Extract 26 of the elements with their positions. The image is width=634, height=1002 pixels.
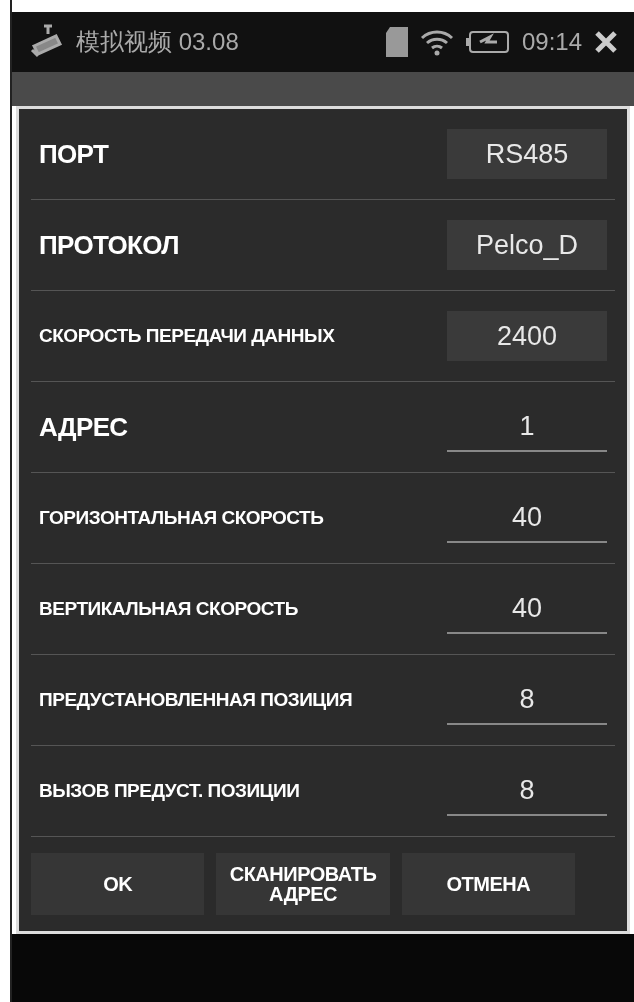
sd-card-icon [385, 27, 408, 57]
field-label: ВЫЗОВ ПРЕДУСТ. ПОЗИЦИИ [39, 778, 300, 803]
dialog-button[interactable]: СКАНИРОВАТЬ АДРЕС [216, 853, 390, 915]
field-label: ПОРТ [39, 137, 109, 171]
wifi-icon [419, 28, 454, 56]
field-label: ВЕРТИКАЛЬНАЯ СКОРОСТЬ [39, 596, 298, 621]
value-field[interactable]: 8 [447, 675, 607, 725]
status-title: 模拟视频 03.08 [76, 27, 239, 57]
value-field[interactable]: 8 [447, 766, 607, 816]
field-label: ПРОТОКОЛ [39, 228, 179, 262]
value-selector[interactable]: RS485 [447, 129, 607, 179]
field-label: ГОРИЗОНТАЛЬНАЯ СКОРОСТЬ [39, 505, 324, 530]
value-field[interactable]: 1 [447, 402, 607, 452]
close-icon[interactable] [594, 30, 618, 54]
camera-icon [28, 24, 64, 60]
dialog-button[interactable]: OK [31, 853, 205, 915]
clock-time: 09:14 [521, 27, 582, 57]
battery-icon [465, 30, 510, 54]
value-selector[interactable]: 2400 [447, 311, 607, 361]
field-label: АДРЕС [39, 410, 128, 444]
field-label: ПРЕДУСТАНОВЛЕННАЯ ПОЗИЦИЯ [39, 687, 353, 712]
dialog-button[interactable]: ОТМЕНА [401, 853, 575, 915]
field-label: СКОРОСТЬ ПЕРЕДАЧИ ДАННЫХ [39, 323, 335, 348]
value-selector[interactable]: Pelco_D [447, 220, 607, 270]
value-field[interactable]: 40 [447, 493, 607, 543]
value-field[interactable]: 40 [447, 584, 607, 634]
